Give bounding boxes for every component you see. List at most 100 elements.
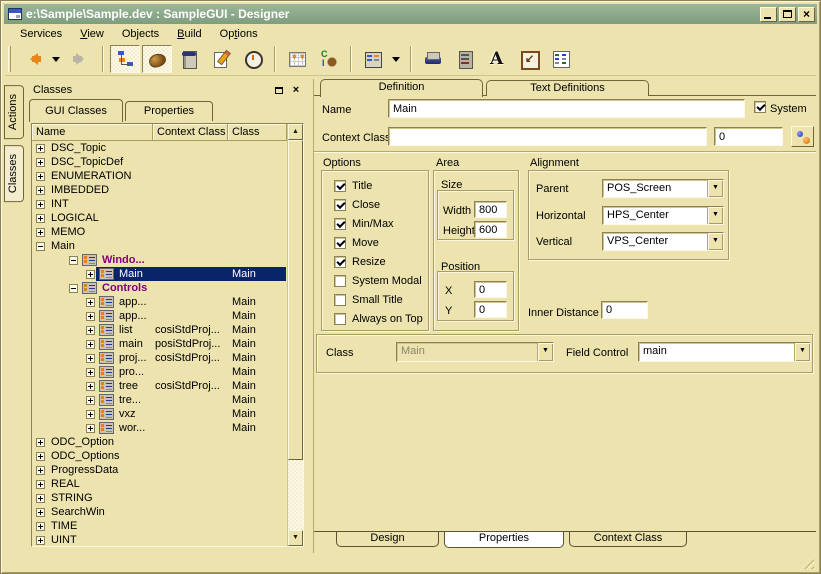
tree-row[interactable]: vxzMain — [32, 407, 287, 421]
width-input[interactable] — [474, 201, 507, 218]
tree-row[interactable]: IMBEDDED — [32, 183, 287, 197]
minimize-button[interactable] — [760, 7, 777, 22]
edit-document-button[interactable] — [206, 45, 236, 73]
tree-row[interactable]: pro...Main — [32, 365, 287, 379]
tree-row[interactable]: DSC_Topic — [32, 141, 287, 155]
collapse-toggle[interactable] — [69, 284, 78, 293]
checkbox[interactable] — [334, 275, 346, 287]
name-input[interactable] — [388, 99, 745, 118]
back-arrow-button[interactable] — [18, 45, 48, 73]
vertical-select[interactable]: VPS_Center▼ — [602, 232, 724, 251]
caret-down-button[interactable] — [390, 45, 404, 73]
checkbox[interactable] — [334, 256, 346, 268]
tab-definition[interactable]: Definition — [320, 79, 483, 97]
expand-toggle[interactable] — [86, 270, 95, 279]
tree-row[interactable]: UINT — [32, 533, 287, 546]
system-checkbox[interactable] — [754, 101, 766, 113]
dock-tab-actions[interactable]: Actions — [4, 85, 24, 139]
expand-toggle[interactable] — [86, 410, 95, 419]
tree-row[interactable]: ODC_Option — [32, 435, 287, 449]
tree-row[interactable]: MEMO — [32, 225, 287, 239]
expand-toggle[interactable] — [86, 326, 95, 335]
tab-gui-classes[interactable]: GUI Classes — [29, 99, 123, 122]
tree-row[interactable]: STRING — [32, 491, 287, 505]
menu-view[interactable]: View — [71, 26, 113, 42]
tree-row[interactable]: Windo... — [32, 253, 287, 267]
option-resize[interactable]: Resize — [334, 255, 428, 269]
checkbox[interactable] — [334, 199, 346, 211]
tree-row[interactable]: ENUMERATION — [32, 169, 287, 183]
context-class-input[interactable] — [388, 127, 707, 146]
tree-row[interactable]: REAL — [32, 477, 287, 491]
expand-toggle[interactable] — [36, 438, 45, 447]
menu-objects[interactable]: Objects — [113, 26, 168, 42]
panel-arrow-button[interactable] — [514, 45, 544, 73]
title-bar[interactable]: e:\Sample\Sample.dev : SampleGUI - Desig… — [4, 4, 817, 24]
option-system-modal[interactable]: System Modal — [334, 274, 428, 288]
tree-row[interactable]: wor...Main — [32, 421, 287, 435]
expand-toggle[interactable] — [36, 522, 45, 531]
tree-row[interactable]: app...Main — [32, 309, 287, 323]
tree-row[interactable]: Controls — [32, 281, 287, 295]
tree-row[interactable]: proj...cosiStdProj...Main — [32, 351, 287, 365]
caret-down-button[interactable] — [50, 45, 64, 73]
bean-button[interactable] — [142, 45, 172, 73]
close-button[interactable]: × — [798, 7, 815, 22]
panel-close-button[interactable]: × — [289, 84, 303, 97]
address-book-button[interactable] — [174, 45, 204, 73]
expand-toggle[interactable] — [36, 186, 45, 195]
expand-toggle[interactable] — [36, 158, 45, 167]
column-header-context-class[interactable]: Context Class — [153, 124, 228, 141]
code-item-button[interactable] — [314, 45, 344, 73]
menu-services[interactable]: Services — [11, 26, 71, 42]
parent-select[interactable]: POS_Screen▼ — [602, 179, 724, 198]
dock-tab-classes[interactable]: Classes — [4, 145, 24, 202]
tab-properties[interactable]: Properties — [444, 532, 564, 548]
font-button[interactable] — [482, 45, 512, 73]
expand-toggle[interactable] — [36, 200, 45, 209]
tab-properties[interactable]: Properties — [125, 101, 213, 121]
option-small-title[interactable]: Small Title — [334, 293, 428, 307]
expand-toggle[interactable] — [36, 228, 45, 237]
expand-toggle[interactable] — [86, 340, 95, 349]
chevron-down-icon[interactable]: ▼ — [707, 233, 723, 250]
chevron-down-icon[interactable]: ▼ — [707, 180, 723, 197]
expand-toggle[interactable] — [36, 480, 45, 489]
tab-context-class[interactable]: Context Class — [569, 532, 687, 547]
option-title[interactable]: Title — [334, 179, 428, 193]
clock-button[interactable] — [238, 45, 268, 73]
expand-toggle[interactable] — [86, 396, 95, 405]
expand-toggle[interactable] — [86, 312, 95, 321]
expand-toggle[interactable] — [36, 494, 45, 503]
expand-toggle[interactable] — [36, 452, 45, 461]
collapse-toggle[interactable] — [69, 256, 78, 265]
tree-row[interactable]: ProgressData — [32, 463, 287, 477]
tree-row[interactable]: ODC_Options — [32, 449, 287, 463]
height-input[interactable] — [474, 221, 507, 238]
expand-toggle[interactable] — [86, 298, 95, 307]
expand-toggle[interactable] — [86, 368, 95, 377]
expand-toggle[interactable] — [36, 144, 45, 153]
checkbox[interactable] — [334, 180, 346, 192]
tree-row[interactable]: mainposiStdProj...Main — [32, 337, 287, 351]
panel-float-button[interactable] — [272, 84, 286, 97]
scroll-track[interactable] — [288, 140, 303, 530]
tree-row[interactable]: app...Main — [32, 295, 287, 309]
scroll-down-button[interactable]: ▼ — [288, 530, 303, 546]
column-header-name[interactable]: Name — [32, 124, 153, 141]
form-window-button[interactable] — [358, 45, 388, 73]
expand-toggle[interactable] — [36, 536, 45, 545]
expand-toggle[interactable] — [86, 354, 95, 363]
printer-button[interactable] — [418, 45, 448, 73]
tree-row[interactable]: DSC_TopicDef — [32, 155, 287, 169]
y-input[interactable] — [474, 301, 507, 318]
expand-toggle[interactable] — [86, 382, 95, 391]
tree-row[interactable]: listcosiStdProj...Main — [32, 323, 287, 337]
resize-grip[interactable] — [800, 555, 814, 569]
toolbar-drag-handle[interactable] — [8, 46, 11, 72]
device-button[interactable] — [450, 45, 480, 73]
checkbox[interactable] — [334, 313, 346, 325]
tree-row[interactable]: LOGICAL — [32, 211, 287, 225]
column-header-class[interactable]: Class — [228, 124, 287, 141]
scroll-thumb[interactable] — [288, 140, 303, 460]
